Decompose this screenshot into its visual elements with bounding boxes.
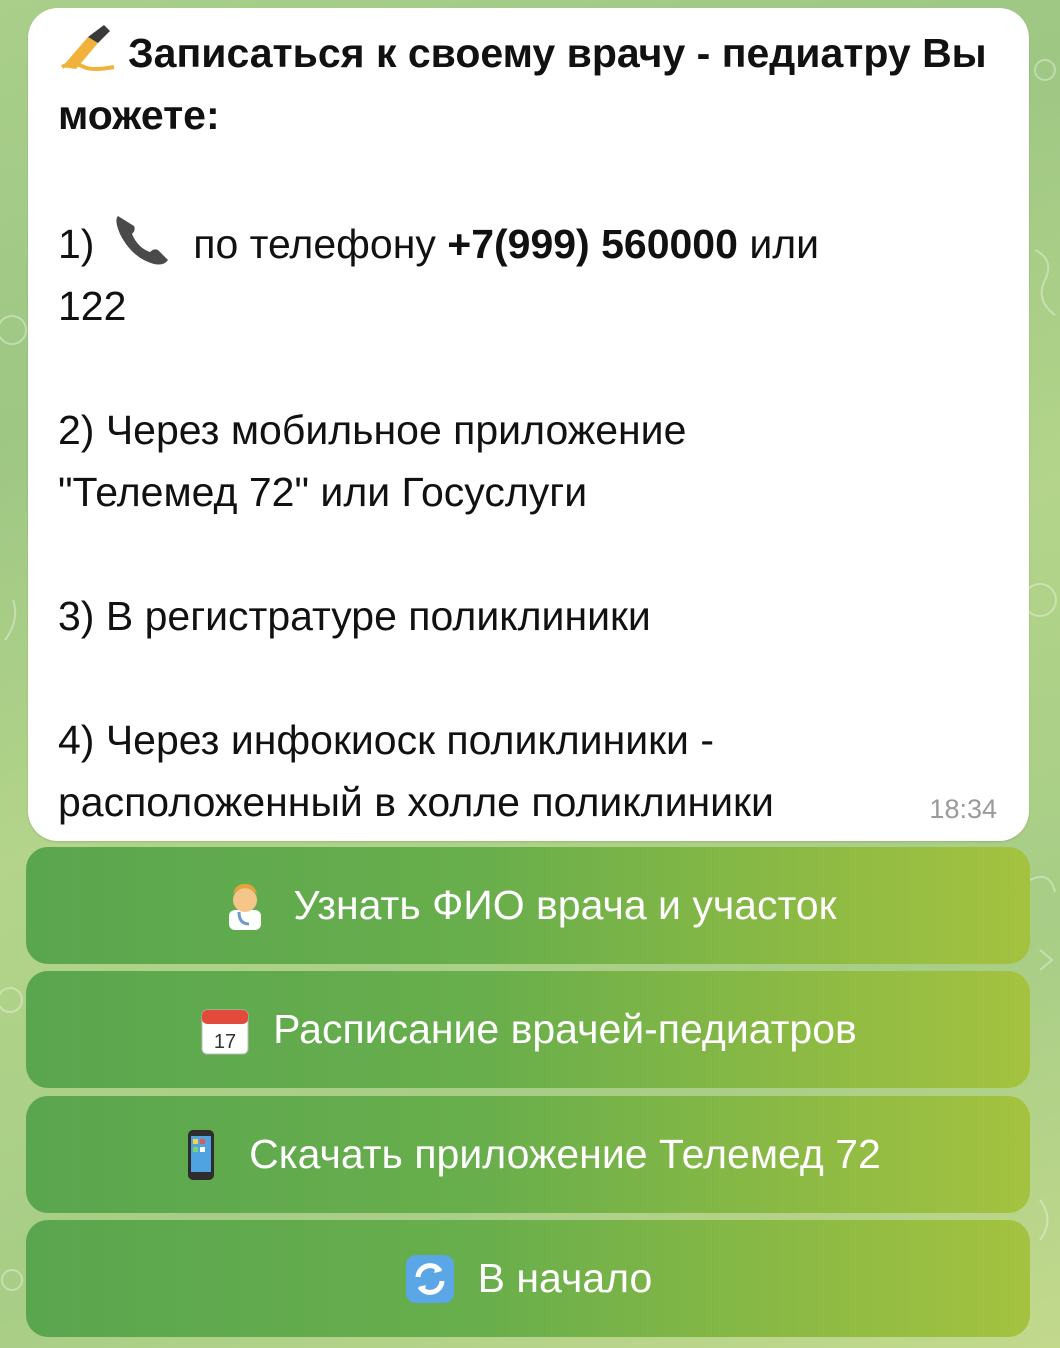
download-app-button[interactable]: Скачать приложение Телемед 72 — [26, 1096, 1030, 1213]
message-title: Записаться к своему врачу - педиатру Вы … — [58, 22, 999, 146]
download-app-label: Скачать приложение Телемед 72 — [249, 1131, 881, 1177]
message-timestamp: 18:34 — [929, 794, 997, 824]
refresh-icon — [405, 1254, 454, 1303]
home-label: В начало — [477, 1255, 653, 1301]
item-phone: 1) по телефону +7(999) 560000 или 122 — [58, 208, 999, 337]
writing-hand-icon — [60, 25, 115, 71]
svg-text:17: 17 — [214, 1031, 236, 1053]
schedule-label: Расписание врачей-педиатров — [273, 1006, 857, 1052]
item-app: 2) Через мобильное приложение "Телемед 7… — [58, 407, 687, 515]
doctor-icon — [229, 883, 262, 930]
mobile-phone-icon — [188, 1129, 215, 1180]
calendar-icon: 17 — [201, 1009, 249, 1054]
telephone-receiver-icon — [116, 216, 168, 265]
schedule-button[interactable]: 17 Расписание врачей-педиатров — [26, 971, 1030, 1088]
home-button[interactable]: В начало — [26, 1220, 1030, 1337]
phone-number-link[interactable]: +7(999) 560000 — [447, 221, 738, 267]
item-kiosk: 4) Через инфокиоск поликлиники - располо… — [58, 717, 774, 825]
doctor-info-label: Узнать ФИО врача и участок — [293, 882, 837, 928]
bot-message-bubble: Записаться к своему врачу - педиатру Вы … — [28, 8, 1029, 841]
doctor-info-button[interactable]: Узнать ФИО врача и участок — [26, 847, 1030, 964]
item-registry: 3) В регистратуре поликлиники — [58, 593, 651, 639]
